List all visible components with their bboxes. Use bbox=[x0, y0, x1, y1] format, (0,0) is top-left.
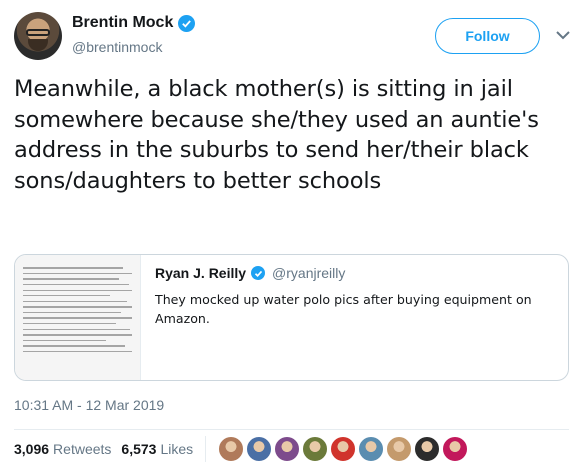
stats-separator bbox=[205, 436, 207, 462]
liker-avatar-9[interactable] bbox=[442, 436, 469, 462]
tweet-stats: 3,096 Retweets 6,573 Likes bbox=[14, 432, 469, 466]
liker-avatar-6[interactable] bbox=[358, 436, 385, 462]
quoted-handle[interactable]: @ryanjreilly bbox=[272, 265, 345, 281]
liker-avatar-5[interactable] bbox=[330, 436, 357, 462]
avatar-glasses bbox=[26, 29, 50, 36]
likes-label: Likes bbox=[160, 441, 194, 457]
liker-avatars bbox=[218, 436, 469, 462]
quoted-tweet-text: They mocked up water polo pics after buy… bbox=[155, 292, 532, 326]
chevron-down-icon[interactable] bbox=[554, 26, 572, 44]
author-display-name[interactable]: Brentin Mock bbox=[72, 14, 173, 32]
tweet-text: Meanwhile, a black mother(s) is sitting … bbox=[14, 76, 539, 194]
likes-count: 6,573 bbox=[121, 441, 157, 457]
author-handle[interactable]: @brentinmock bbox=[72, 39, 162, 55]
liker-avatar-2[interactable] bbox=[246, 436, 273, 462]
liker-avatar-4[interactable] bbox=[302, 436, 329, 462]
quoted-verified-badge-icon bbox=[251, 266, 266, 280]
quoted-tweet-body: Ryan J. Reilly @ryanjreilly They mocked … bbox=[155, 265, 555, 328]
follow-button[interactable]: Follow bbox=[435, 18, 540, 54]
quoted-tweet-image[interactable] bbox=[15, 255, 141, 380]
liker-avatar-3[interactable] bbox=[274, 436, 301, 462]
likes-stat[interactable]: 6,573 Likes bbox=[121, 441, 193, 457]
avatar-beard bbox=[28, 39, 48, 51]
quoted-display-name[interactable]: Ryan J. Reilly bbox=[155, 265, 246, 281]
tweet-timestamp[interactable]: 10:31 AM - 12 Mar 2019 bbox=[14, 397, 164, 413]
tweet-header: Brentin Mock @brentinmock Follow bbox=[14, 12, 574, 62]
liker-avatar-1[interactable] bbox=[218, 436, 245, 462]
divider bbox=[14, 429, 569, 430]
avatar[interactable] bbox=[14, 12, 62, 60]
retweets-count: 3,096 bbox=[14, 441, 50, 457]
quoted-tweet-card[interactable]: Ryan J. Reilly @ryanjreilly They mocked … bbox=[14, 254, 569, 381]
verified-badge-icon bbox=[178, 14, 196, 32]
retweets-stat[interactable]: 3,096 Retweets bbox=[14, 441, 111, 457]
quoted-name-row: Ryan J. Reilly @ryanjreilly bbox=[155, 265, 555, 281]
retweets-label: Retweets bbox=[53, 441, 112, 457]
liker-avatar-7[interactable] bbox=[386, 436, 413, 462]
liker-avatar-8[interactable] bbox=[414, 436, 441, 462]
name-row: Brentin Mock bbox=[72, 14, 196, 32]
